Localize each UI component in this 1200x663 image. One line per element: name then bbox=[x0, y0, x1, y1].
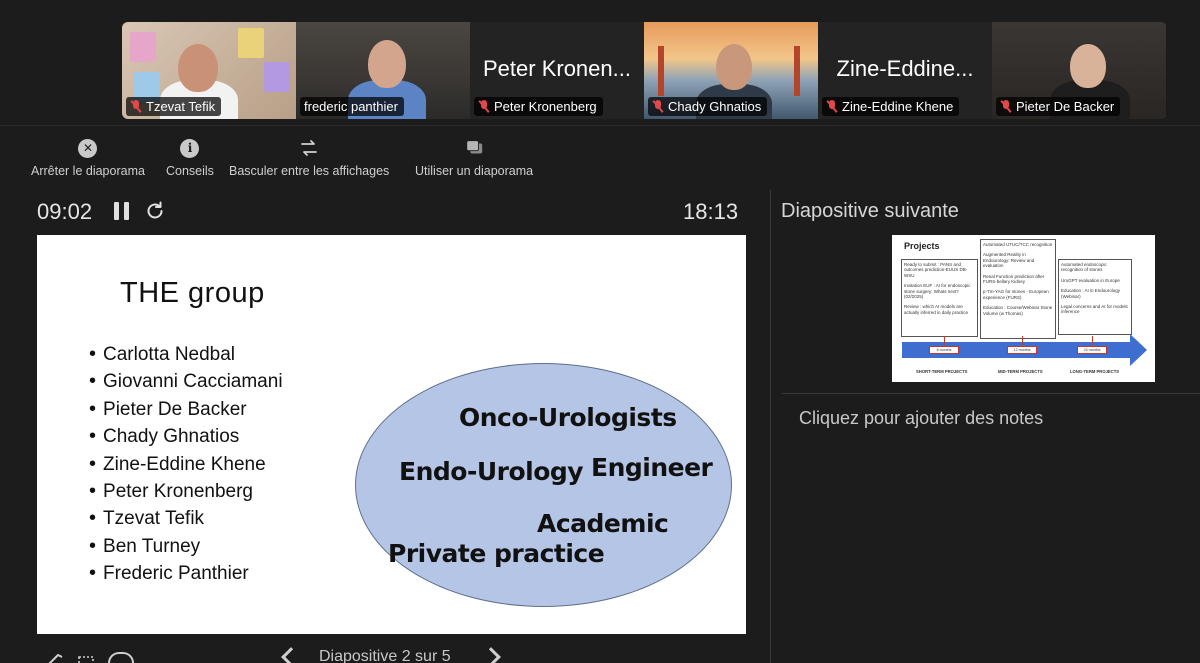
list-item: Carlotta Nedbal bbox=[89, 341, 283, 368]
pause-icon[interactable] bbox=[113, 202, 131, 220]
list-item: Peter Kronenberg bbox=[89, 478, 283, 505]
stop-slideshow-button[interactable]: ✕ Arrêter le diaporama bbox=[31, 138, 145, 178]
timeline-pill: 24 months bbox=[1077, 346, 1107, 354]
participant-name-tag: Peter Kronenberg bbox=[474, 97, 603, 116]
participant-name-tag: Chady Ghnatios bbox=[648, 97, 768, 116]
switch-displays-button[interactable]: Basculer entre les affichages bbox=[229, 138, 389, 178]
participant-name-tag: frederic panthier bbox=[300, 97, 404, 116]
list-item: Pieter De Backer bbox=[89, 396, 283, 423]
participant-display-name: Peter Kronen... bbox=[483, 56, 631, 81]
list-item: Chady Ghnatios bbox=[89, 423, 283, 450]
list-item: Zine-Eddine Khene bbox=[89, 451, 283, 478]
member-list: Carlotta Nedbal Giovanni Cacciamani Piet… bbox=[89, 341, 283, 588]
stacked-slides-icon bbox=[464, 138, 484, 158]
mic-muted-icon bbox=[826, 100, 838, 113]
participant-tile[interactable]: Tzevat Tefik bbox=[122, 22, 296, 119]
ellipse-label: Engineer bbox=[591, 453, 713, 482]
participant-tile[interactable]: Zine-Eddine... Zine-Eddine Khene bbox=[818, 22, 992, 119]
current-time: 18:13 bbox=[683, 199, 739, 224]
swap-arrows-icon bbox=[299, 138, 319, 158]
phase-label: LONG-TERM PROJECTS bbox=[1070, 369, 1120, 374]
timeline-arrow-head bbox=[1130, 334, 1147, 366]
phase-label: SHORT-TERM PROJECTS bbox=[916, 369, 968, 374]
participant-tile[interactable]: Peter Kronen... Peter Kronenberg bbox=[470, 22, 644, 119]
mic-muted-icon bbox=[652, 100, 664, 113]
ellipse-label: Private practice bbox=[388, 539, 605, 568]
elapsed-timer: 09:02 bbox=[37, 199, 93, 224]
strip-divider bbox=[0, 125, 1200, 126]
close-circle-icon: ✕ bbox=[78, 138, 98, 158]
participant-tile-active-speaker[interactable]: frederic panthier bbox=[296, 22, 470, 119]
more-options-icon[interactable] bbox=[108, 652, 134, 663]
next-slide-heading: Diapositive suivante bbox=[781, 200, 959, 222]
thumb-box-mid: Automated UTUC/TCC recognition Augmented… bbox=[980, 239, 1056, 339]
list-item: Ben Turney bbox=[89, 533, 283, 560]
ellipse-label: Endo-Urology bbox=[399, 457, 584, 486]
slide-title: THE group bbox=[120, 277, 265, 309]
participant-name-tag: Zine-Eddine Khene bbox=[822, 97, 960, 116]
mic-muted-icon bbox=[478, 100, 490, 113]
thumb-box-short: Ready to submit : PANS and outcomes pred… bbox=[901, 259, 978, 337]
participant-strip: Tzevat Tefik frederic panthier Peter Kro… bbox=[122, 22, 1167, 119]
ellipse-label: Academic bbox=[537, 509, 669, 538]
slide-counter: Diapositive 2 sur 5 bbox=[319, 648, 451, 663]
next-slide-thumbnail[interactable]: Projects Ready to submit : PANS and outc… bbox=[892, 235, 1155, 382]
phase-label: MID-TERM PROJECTS bbox=[998, 369, 1043, 374]
previous-slide-icon[interactable] bbox=[281, 647, 301, 663]
panel-divider[interactable] bbox=[770, 190, 771, 663]
timeline-pill: 12 months bbox=[1007, 346, 1037, 354]
participant-tile[interactable]: Pieter De Backer bbox=[992, 22, 1166, 119]
use-slideshow-button[interactable]: Utiliser un diaporama bbox=[415, 138, 533, 178]
timeline-pill: 6 months bbox=[929, 346, 959, 354]
participant-display-name: Zine-Eddine... bbox=[836, 56, 974, 81]
thumb-box-long: Automated endoscopic recognition of ston… bbox=[1058, 259, 1132, 335]
participant-tile[interactable]: Chady Ghnatios bbox=[644, 22, 818, 119]
zoom-tool-icon[interactable] bbox=[78, 652, 96, 663]
speaker-notes-field[interactable]: Cliquez pour ajouter des notes bbox=[799, 408, 1043, 429]
notes-divider bbox=[782, 393, 1200, 394]
ellipse-label: Onco-Urologists bbox=[459, 403, 677, 432]
mic-muted-icon bbox=[130, 100, 142, 113]
thumb-title: Projects bbox=[904, 241, 940, 251]
list-item: Frederic Panthier bbox=[89, 560, 283, 587]
list-item: Tzevat Tefik bbox=[89, 505, 283, 532]
info-circle-icon: i bbox=[180, 138, 200, 158]
next-slide-icon[interactable] bbox=[481, 647, 501, 663]
participant-name-tag: Pieter De Backer bbox=[996, 97, 1121, 116]
presenter-toolbar: ✕ Arrêter le diaporama i Conseils Bascul… bbox=[0, 138, 560, 182]
participant-name-tag: Tzevat Tefik bbox=[126, 97, 222, 116]
reset-timer-icon[interactable] bbox=[144, 200, 166, 222]
list-item: Giovanni Cacciamani bbox=[89, 368, 283, 395]
mic-muted-icon bbox=[1000, 100, 1012, 113]
tips-button[interactable]: i Conseils bbox=[166, 138, 214, 178]
current-slide: THE group Carlotta Nedbal Giovanni Cacci… bbox=[37, 235, 746, 634]
pen-tool-icon[interactable] bbox=[46, 652, 64, 663]
